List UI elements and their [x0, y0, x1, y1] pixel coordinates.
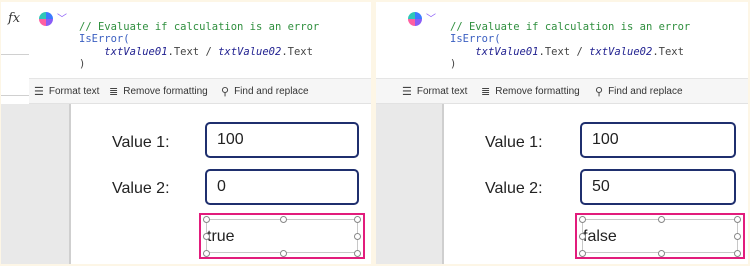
code-operator: .Text /	[538, 45, 590, 58]
code-comment: // Evaluate if calculation is an error	[79, 20, 320, 33]
code-close: )	[450, 58, 457, 70]
remove-formatting-icon: ≣	[481, 86, 491, 98]
value2-label: Value 2:	[112, 180, 170, 197]
format-text-icon: ☰	[402, 86, 412, 98]
find-replace-button[interactable]: ⚲ Find and replace	[595, 85, 683, 98]
result-text: true	[207, 228, 235, 245]
resize-handle[interactable]	[734, 216, 741, 223]
formula-toolbar: ☰ Format text ≣ Remove formatting ⚲ Find…	[29, 79, 371, 104]
value1-input[interactable]: 100	[580, 122, 736, 158]
property-dropdown-stub[interactable]	[1, 54, 30, 96]
resize-handle[interactable]	[658, 250, 665, 257]
result-text: false	[583, 228, 617, 245]
resize-handle[interactable]	[354, 233, 361, 240]
resize-handle[interactable]	[203, 250, 210, 257]
resize-handle[interactable]	[734, 250, 741, 257]
value2-input[interactable]: 50	[580, 169, 736, 205]
resize-handle[interactable]	[579, 216, 586, 223]
remove-formatting-button[interactable]: ≣ Remove formatting	[481, 85, 580, 98]
search-icon: ⚲	[595, 86, 604, 98]
code-function: IsError(	[79, 33, 130, 45]
remove-formatting-label: Remove formatting	[123, 86, 208, 97]
code-operator: .Text /	[167, 45, 219, 58]
code-property: .Text	[652, 45, 684, 58]
code-property: .Text	[281, 45, 313, 58]
copilot-icon[interactable]	[39, 12, 53, 26]
code-close: )	[79, 58, 86, 70]
format-text-button[interactable]: ☰ Format text	[34, 85, 99, 98]
remove-formatting-button[interactable]: ≣ Remove formatting	[109, 85, 208, 98]
code-control-1: txtValue01	[475, 45, 539, 58]
remove-formatting-icon: ≣	[109, 86, 119, 98]
find-replace-label: Find and replace	[608, 86, 683, 97]
formula-code[interactable]: // Evaluate if calculation is an error I…	[79, 8, 319, 71]
formula-toolbar: ☰ Format text ≣ Remove formatting ⚲ Find…	[376, 79, 748, 104]
chevron-down-icon[interactable]: ﹀	[426, 10, 436, 25]
right-screenshot: ﹀ // Evaluate if calculation is an error…	[376, 2, 748, 264]
value1-label: Value 1:	[485, 134, 543, 151]
fx-label: fx	[8, 11, 21, 26]
resize-handle[interactable]	[579, 233, 586, 240]
code-control-2: txtValue02	[589, 45, 653, 58]
formula-editor[interactable]: ﹀ // Evaluate if calculation is an error…	[29, 2, 371, 79]
format-text-icon: ☰	[34, 86, 44, 98]
resize-handle[interactable]	[280, 250, 287, 257]
resize-handle[interactable]	[203, 233, 210, 240]
formula-editor[interactable]: ﹀ // Evaluate if calculation is an error…	[376, 2, 748, 79]
resize-handle[interactable]	[280, 216, 287, 223]
resize-handle[interactable]	[658, 216, 665, 223]
resize-handle[interactable]	[734, 233, 741, 240]
formula-code[interactable]: // Evaluate if calculation is an error I…	[450, 8, 690, 71]
value1-input[interactable]: 100	[205, 122, 359, 158]
code-function: IsError(	[450, 33, 501, 45]
value1-label: Value 1:	[112, 134, 170, 151]
find-replace-button[interactable]: ⚲ Find and replace	[221, 85, 309, 98]
chevron-down-icon[interactable]: ﹀	[57, 10, 67, 25]
value2-input[interactable]: 0	[205, 169, 359, 205]
format-text-button[interactable]: ☰ Format text	[402, 85, 467, 98]
search-icon: ⚲	[221, 86, 230, 98]
result-label-selected[interactable]: true	[199, 213, 365, 259]
code-comment: // Evaluate if calculation is an error	[450, 20, 691, 33]
value2-label: Value 2:	[485, 180, 543, 197]
fx-column: fx	[1, 2, 30, 42]
format-text-label: Format text	[416, 86, 468, 97]
code-control-1: txtValue01	[104, 45, 168, 58]
result-label-selected[interactable]: false	[575, 213, 745, 259]
resize-handle[interactable]	[354, 216, 361, 223]
remove-formatting-label: Remove formatting	[495, 86, 580, 97]
left-screenshot: fx ﹀ // Evaluate if calculation is an er…	[1, 2, 371, 264]
format-text-label: Format text	[48, 86, 100, 97]
copilot-icon[interactable]	[408, 12, 422, 26]
find-replace-label: Find and replace	[234, 86, 309, 97]
resize-handle[interactable]	[203, 216, 210, 223]
resize-handle[interactable]	[579, 250, 586, 257]
code-control-2: txtValue02	[218, 45, 282, 58]
resize-handle[interactable]	[354, 250, 361, 257]
